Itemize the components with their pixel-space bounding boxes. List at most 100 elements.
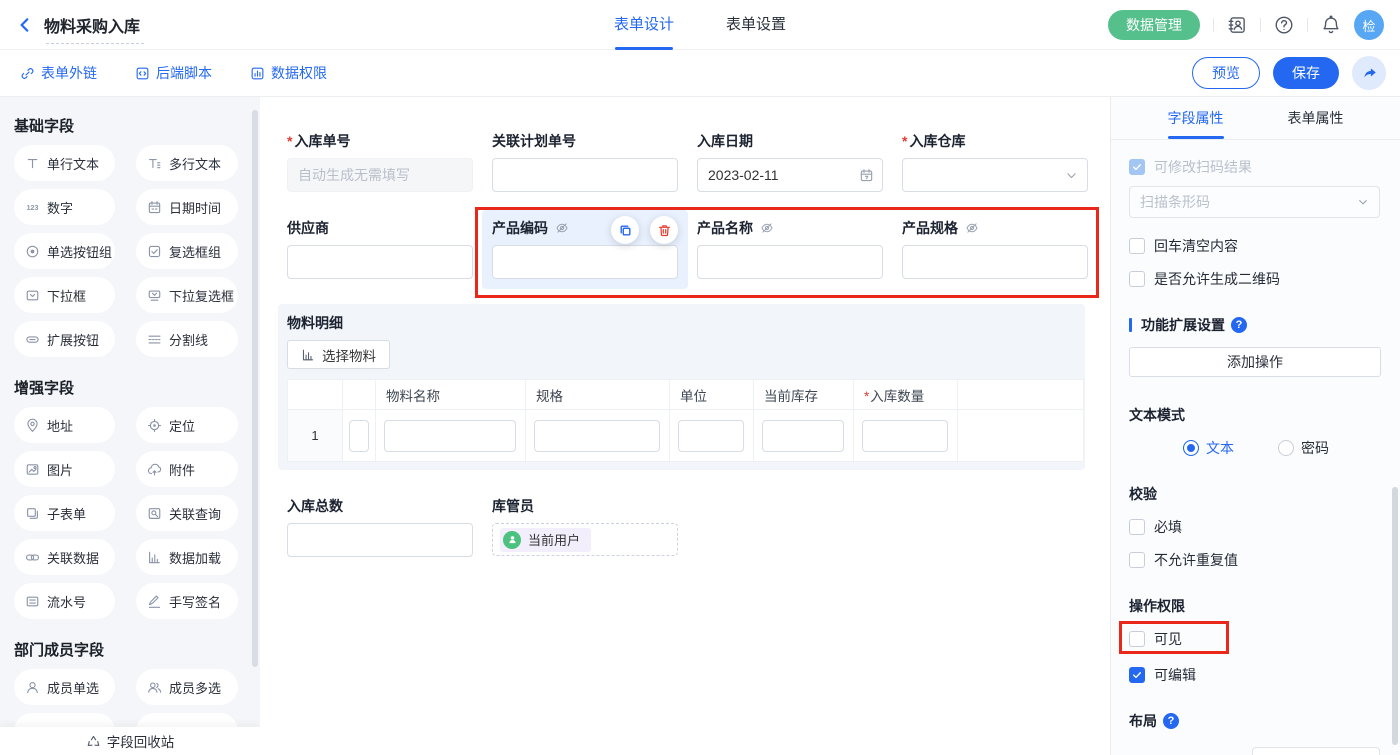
inbound-total-input[interactable]	[287, 523, 473, 557]
sidebar-item-multiselect[interactable]: 下拉复选框	[136, 277, 238, 313]
keeper-member-field[interactable]: 当前用户	[492, 523, 678, 556]
sidebar-item-data-load[interactable]: 数据加载	[136, 539, 238, 575]
sidebar-item-datetime[interactable]: 日期时间	[136, 189, 238, 225]
checkbox-unchecked[interactable]	[1129, 271, 1145, 287]
checkbox-unchecked[interactable]	[1129, 519, 1145, 535]
sidebar-item-checkbox-group[interactable]: 复选框组	[136, 233, 238, 269]
subform-cell-input-物料名称[interactable]	[384, 420, 516, 452]
field-inbound-date[interactable]: 入库日期	[697, 133, 883, 192]
radio-unselected[interactable]	[1278, 440, 1294, 456]
subform-cell-input-入库数量[interactable]	[862, 420, 948, 452]
field-warehouse[interactable]: 入库仓库	[902, 133, 1088, 192]
text-multi-icon	[147, 156, 162, 171]
data-manage-button[interactable]: 数据管理	[1108, 10, 1200, 40]
contacts-icon[interactable]	[1227, 15, 1247, 35]
warehouse-select[interactable]	[902, 158, 1088, 192]
sidebar-item-member-single[interactable]: 成员单选	[14, 669, 115, 705]
sidebar-item-subform[interactable]: 子表单	[14, 495, 115, 531]
toolbar-link-dataperm[interactable]: 数据权限	[250, 63, 327, 83]
plan-no-input[interactable]	[492, 158, 678, 192]
form-canvas: 入库单号 关联计划单号 入库日期 入库仓库 供应商	[260, 97, 1110, 755]
sidebar-scrollbar[interactable]	[252, 110, 258, 667]
sidebar-item-text-multi[interactable]: 多行文本	[136, 145, 238, 181]
avatar[interactable]: 检	[1354, 10, 1384, 40]
field-warehouse-keeper[interactable]: 库管员 当前用户	[492, 498, 678, 557]
copy-field-button[interactable]	[611, 216, 639, 244]
bar-chart-icon	[301, 348, 315, 362]
subform-mini-input[interactable]	[349, 420, 369, 452]
sidebar-item-divider[interactable]: 分割线	[136, 321, 238, 357]
sidebar-item-attachment[interactable]: 附件	[136, 451, 238, 487]
sidebar-item-locate[interactable]: 定位	[136, 407, 238, 443]
sidebar-item-extend-button[interactable]: 扩展按钮	[14, 321, 115, 357]
product-code-input[interactable]	[492, 245, 678, 279]
option-0[interactable]: 回车清空内容	[1129, 236, 1380, 256]
sidebar-item-member-multi[interactable]: 成员多选	[136, 669, 238, 705]
add-action-button[interactable]: 添加操作	[1129, 347, 1381, 377]
field-product-name[interactable]: 产品名称	[697, 210, 883, 279]
tab-form-properties[interactable]: 表单属性	[1288, 97, 1344, 139]
toolbar-link-script[interactable]: 后端脚本	[135, 63, 212, 83]
sidebar-item-address[interactable]: 地址	[14, 407, 115, 443]
sidebar-item-linked-data[interactable]: 关联数据	[14, 539, 115, 575]
back-icon[interactable]	[16, 16, 34, 34]
field-product-code-selected[interactable]: 产品编码	[482, 210, 688, 289]
checkbox-checked-disabled[interactable]	[1129, 159, 1145, 175]
inbound-date-input[interactable]	[697, 158, 883, 192]
save-button[interactable]: 保存	[1273, 57, 1339, 89]
sidebar-item-text-single[interactable]: 单行文本	[14, 145, 115, 181]
option-1[interactable]: 是否允许生成二维码	[1129, 269, 1380, 289]
share-button[interactable]	[1352, 56, 1386, 90]
field-inbound-no[interactable]: 入库单号	[287, 133, 473, 192]
panel-scrollbar[interactable]	[1392, 487, 1398, 745]
checkbox-unchecked[interactable]	[1129, 631, 1145, 647]
tab-field-properties[interactable]: 字段属性	[1168, 97, 1224, 139]
product-name-input[interactable]	[697, 245, 883, 279]
radio-文本[interactable]: 文本	[1183, 438, 1234, 458]
product-spec-input[interactable]	[902, 245, 1088, 279]
option-scan-result-editable[interactable]: 可修改扫码结果	[1129, 157, 1380, 177]
validation-1[interactable]: 不允许重复值	[1129, 550, 1380, 570]
delete-field-button[interactable]	[650, 216, 678, 244]
notifications-icon[interactable]	[1321, 15, 1341, 35]
preview-button[interactable]: 预览	[1192, 57, 1260, 89]
help-icon[interactable]	[1274, 15, 1294, 35]
sidebar-item-number[interactable]: 123数字	[14, 189, 115, 225]
checkbox-unchecked[interactable]	[1129, 238, 1145, 254]
permission-可编辑[interactable]: 可编辑	[1129, 665, 1380, 685]
tab-form-settings[interactable]: 表单设置	[726, 0, 786, 50]
subform-cell-input-规格[interactable]	[534, 420, 660, 452]
field-product-spec[interactable]: 产品规格	[902, 210, 1088, 279]
checkbox-checked[interactable]	[1129, 667, 1145, 683]
subform-cell-input-当前库存[interactable]	[762, 420, 844, 452]
sidebar-item-signature[interactable]: 手写签名	[136, 583, 238, 619]
subform-cell-input-单位[interactable]	[678, 420, 744, 452]
radio-selected[interactable]	[1183, 440, 1199, 456]
field-width-select[interactable]: 1/4	[1252, 747, 1380, 755]
sidebar-item-linked-query[interactable]: 关联查询	[136, 495, 238, 531]
sidebar-item-serial[interactable]: 流水号	[14, 583, 115, 619]
validation-0[interactable]: 必填	[1129, 517, 1380, 537]
subform-material-detail[interactable]: 物料明细 选择物料 物料名称规格单位当前库存入库数量1	[278, 304, 1085, 470]
help-icon[interactable]: ?	[1231, 317, 1247, 333]
permission-可见[interactable]: 可见	[1129, 629, 1189, 649]
toolbar-link-link[interactable]: 表单外链	[20, 63, 97, 83]
field-supplier[interactable]: 供应商	[287, 210, 473, 279]
field-inbound-total[interactable]: 入库总数	[287, 498, 473, 557]
checkbox-unchecked[interactable]	[1129, 552, 1145, 568]
current-user-tag[interactable]: 当前用户	[500, 528, 591, 552]
help-icon[interactable]: ?	[1163, 713, 1179, 729]
sidebar-item-image[interactable]: 图片	[14, 451, 115, 487]
scan-mode-select[interactable]: 扫描条形码	[1129, 186, 1380, 218]
sidebar-item-select[interactable]: 下拉框	[14, 277, 115, 313]
sidebar-item-radio-group[interactable]: 单选按钮组	[14, 233, 115, 269]
supplier-input[interactable]	[287, 245, 473, 279]
tab-form-design[interactable]: 表单设计	[614, 0, 674, 50]
radio-密码[interactable]: 密码	[1278, 438, 1329, 458]
divider	[1260, 18, 1261, 32]
page-title[interactable]: 物料采购入库	[44, 13, 140, 37]
inbound-no-input[interactable]	[287, 158, 473, 192]
select-material-button[interactable]: 选择物料	[287, 340, 390, 369]
field-recycle-bin[interactable]: 字段回收站	[0, 727, 260, 755]
field-plan-no[interactable]: 关联计划单号	[492, 133, 678, 192]
